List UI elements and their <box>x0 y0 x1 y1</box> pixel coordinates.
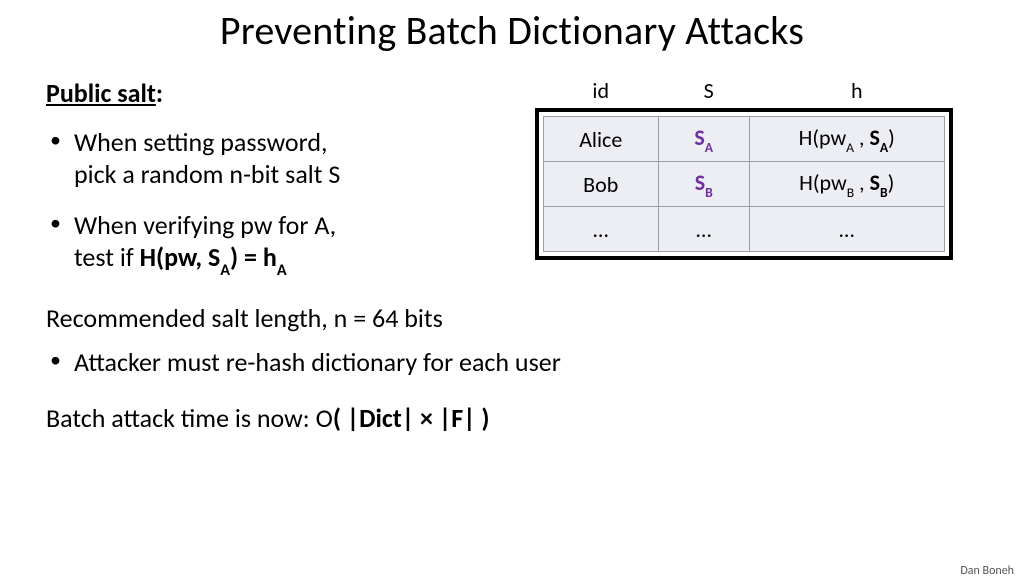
cell-id: … <box>543 207 658 252</box>
bullet-1-line2: pick a random n-bit salt S <box>74 158 340 190</box>
right-column: id S h Alice SA H(pwA , SA) Bob S <box>525 77 978 296</box>
bullet-1: When setting password, pick a random n-b… <box>46 126 525 191</box>
bullet-2-line2: test if H(pw, SA) = hA <box>74 241 287 273</box>
batch-line: Batch attack time is now: O( |Dict| × |F… <box>46 402 978 436</box>
bullet-2: When verifying pw for A, test if H(pw, S… <box>46 209 525 279</box>
table-row: Bob SB H(pwB , SB) <box>543 162 944 207</box>
table-row: … … … <box>543 207 944 252</box>
table-frame: Alice SA H(pwA , SA) Bob SB H(pwB , SB) <box>535 108 953 260</box>
h-sub1: A <box>846 139 854 156</box>
bullet-list: When setting password, pick a random n-b… <box>46 126 525 279</box>
s-sub: A <box>705 139 713 156</box>
h-open: H(pw <box>799 124 847 151</box>
lower-bullet-1: Attacker must re-hash dictionary for eac… <box>46 346 978 380</box>
bullet-1-line1: When setting password, <box>74 126 328 158</box>
table-row: Alice SA H(pwA , SA) <box>543 117 944 162</box>
cell-id: Bob <box>543 162 658 207</box>
cell-s: SA <box>658 117 749 162</box>
cell-s: SB <box>658 162 749 207</box>
salt-table: Alice SA H(pwA , SA) Bob SB H(pwB , SB) <box>543 116 945 252</box>
h-sub2: A <box>880 139 888 156</box>
h-sub1: B <box>847 184 854 201</box>
cell-s: … <box>658 207 749 252</box>
h-s: S <box>870 124 880 151</box>
cell-h: … <box>749 207 944 252</box>
h-mid: , <box>854 169 869 196</box>
cell-h: H(pwB , SB) <box>749 162 944 207</box>
subheading-underline: Public salt <box>46 77 156 109</box>
lower-bullets: Attacker must re-hash dictionary for eac… <box>46 346 978 380</box>
bullet-2-line1: When verifying pw for A, <box>74 209 336 241</box>
col-header-id: id <box>541 77 661 104</box>
h-s: S <box>870 169 880 196</box>
bullet-2-bold-mid: ) = h <box>230 241 277 273</box>
col-header-h: h <box>757 77 957 104</box>
col-header-s: S <box>661 77 757 104</box>
bullet-2-pre: test if <box>74 241 140 273</box>
content-row: Public salt: When setting password, pick… <box>0 77 1024 296</box>
s-base: S <box>695 169 705 196</box>
bullet-2-sub-a: A <box>220 261 230 280</box>
h-mid: , <box>854 124 869 151</box>
cell-h: H(pwA , SA) <box>749 117 944 162</box>
slide-title: Preventing Batch Dictionary Attacks <box>0 6 1024 55</box>
cell-id: Alice <box>543 117 658 162</box>
author-footer: Dan Boneh <box>960 564 1014 576</box>
s-base: S <box>694 124 704 151</box>
rec-line: Recommended salt length, n = 64 bits <box>46 302 978 336</box>
h-close: ) <box>888 124 895 151</box>
subheading-colon: : <box>156 77 163 109</box>
left-column: Public salt: When setting password, pick… <box>46 77 525 296</box>
h-close: ) <box>888 169 895 196</box>
lower-block: Recommended salt length, n = 64 bits Att… <box>0 302 1024 435</box>
table-col-headers: id S h <box>541 77 978 104</box>
subheading: Public salt: <box>46 77 525 110</box>
s-sub: B <box>705 184 713 201</box>
h-open: H(pw <box>799 169 847 196</box>
bullet-2-bold-open: H(pw, S <box>140 241 221 273</box>
bullet-2-sub-a2: A <box>277 261 287 280</box>
h-sub2: B <box>880 184 888 201</box>
batch-bold: ( |Dict| × |F| ) <box>333 402 490 434</box>
batch-pre: Batch attack time is now: O <box>46 402 333 434</box>
